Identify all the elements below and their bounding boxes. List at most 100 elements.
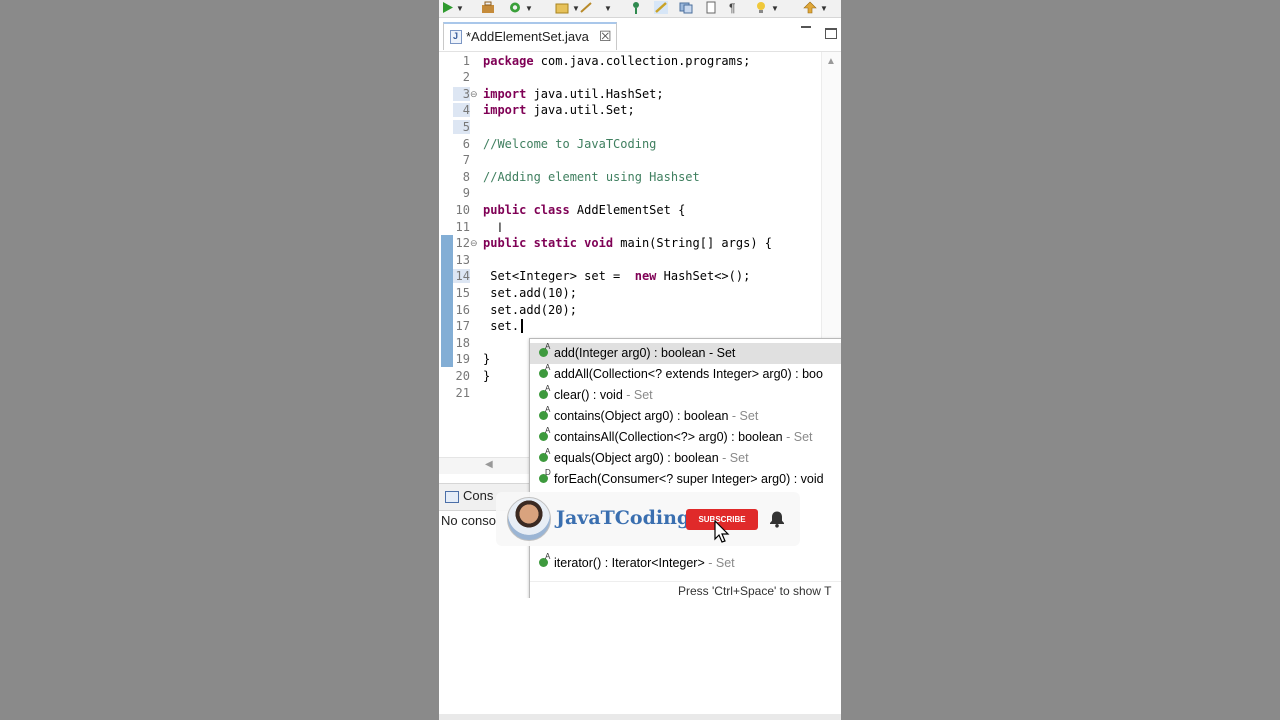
assist-item-label: contains(Object arg0) : boolean - Set [554,409,758,423]
keyword: public class [483,203,570,217]
line-number: 3 [453,87,470,101]
line-number: 20 [455,369,470,383]
toolbox-icon[interactable] [481,1,495,14]
line-number: 16 [455,303,470,317]
assist-item[interactable]: A contains(Object arg0) : boolean - Set [530,405,841,427]
toggle-icon[interactable] [679,1,693,14]
method-owner: - Set [705,346,736,360]
method-signature: iterator() : Iterator<Integer> [554,556,705,570]
scroll-up-icon[interactable]: ▲ [826,56,836,67]
assist-item-label: forEach(Consumer<? super Integer> arg0) … [554,472,824,486]
assist-item-label: containsAll(Collection<?> arg0) : boolea… [554,430,813,444]
code-line-15: set.add(10); [483,286,577,300]
method-owner: - Set [622,388,653,402]
method-signature: addAll(Collection<? extends Integer> arg… [554,367,823,381]
mouse-pointer-icon [714,520,730,543]
editor-tab[interactable]: *AddElementSet.java ☒ [443,22,617,50]
eclipse-window: ▼ ▼ ▼ ▼ ¶ ▼ ▼ *AddElementSet.java ☒ 1 2 … [439,0,841,720]
line-number: 9 [462,186,470,200]
code-line-3: import java.util.HashSet; [483,87,664,101]
avatar [507,497,551,541]
code-line-19: } [483,352,491,366]
content-assist-popup: A add(Integer arg0) : boolean - Set A ad… [529,338,841,600]
fold-toggle-icon[interactable]: ⊖ [470,89,478,100]
assist-item-label: clear() : void - Set [554,388,653,402]
close-tab-icon[interactable]: ☒ [599,28,612,45]
arrow-up-icon[interactable] [803,1,817,14]
method-signature: equals(Object arg0) : boolean [554,451,719,465]
line-number: 15 [455,286,470,300]
console-tab[interactable]: Cons [463,488,493,503]
push-pin-icon[interactable] [629,1,643,14]
assist-item[interactable]: A iterator() : Iterator<Integer> - Set [530,552,841,574]
editor-tab-bar: *AddElementSet.java ☒ [439,18,841,52]
scroll-left-icon[interactable]: ◀ [485,459,493,470]
assist-item-label: iterator() : Iterator<Integer> - Set [554,556,735,570]
lightbulb-icon[interactable] [754,1,768,14]
run-icon[interactable] [441,1,455,14]
code-text: AddElementSet { [569,203,686,217]
code-line-8: //Adding element using Hashset [483,170,700,184]
edit-icon[interactable] [579,1,593,14]
java-file-icon [450,30,462,44]
code-line-6: //Welcome to JavaTCoding [483,137,657,151]
keyword: new [634,269,657,283]
subscribe-banner: JavaTCoding SUBSCRIBE [496,492,800,546]
refresh-dropdown-icon[interactable]: ▼ [525,4,533,13]
code-line-14: Set<Integer> set = new HashSet<>(); [483,269,750,283]
console-message: No conso [441,513,496,528]
text-caret [521,319,523,333]
paragraph-icon[interactable]: ¶ [729,1,743,15]
abstract-marker: A [545,342,551,351]
bell-icon[interactable] [768,510,786,528]
keyword: import [483,87,527,101]
refresh-icon[interactable] [508,1,522,14]
assist-item[interactable]: D forEach(Consumer<? super Integer> arg0… [530,468,841,490]
method-owner: - Set [704,556,735,570]
code-line-1: package com.java.collection.programs; [483,54,750,68]
abstract-marker: A [545,405,551,414]
minimize-icon[interactable] [801,26,811,28]
code-line-20: } [483,369,491,383]
assist-item[interactable]: A add(Integer arg0) : boolean - Set [530,342,841,364]
assist-item[interactable]: A equals(Object arg0) : boolean - Set [530,447,841,469]
line-number: 5 [453,120,470,134]
assist-item[interactable]: A addAll(Collection<? extends Integer> a… [530,363,841,385]
code-text: java.util.HashSet; [526,87,664,101]
document-icon[interactable] [704,1,718,14]
main-toolbar: ▼ ▼ ▼ ▼ ¶ ▼ ▼ [439,0,841,18]
change-marker-bar [441,235,453,367]
line-number: 10 [455,203,470,217]
method-owner: - Set [718,451,749,465]
abstract-marker: A [545,363,551,372]
edit-dropdown-icon[interactable]: ▼ [604,4,612,13]
mouse-ibeam-icon: I [498,219,502,235]
abstract-marker: A [545,447,551,456]
assist-item-label: add(Integer arg0) : boolean - Set [554,346,735,360]
console-icon [445,491,459,503]
code-line-16: set.add(20); [483,303,577,317]
code-line-10: public class AddElementSet { [483,203,685,217]
line-number: 18 [455,336,470,350]
lightbulb-dropdown-icon[interactable]: ▼ [771,4,779,13]
assist-item[interactable]: A containsAll(Collection<?> arg0) : bool… [530,426,841,448]
keyword: public static void [483,236,614,250]
method-owner: - Set [728,409,759,423]
maximize-icon[interactable] [825,28,837,39]
highlight-icon[interactable] [654,1,668,14]
keyword: package [483,54,534,68]
code-text: HashSet<>(); [656,269,751,283]
line-number: 11 [455,220,470,234]
method-owner: - Set [782,430,813,444]
line-number: 19 [455,352,470,366]
assist-item[interactable]: A clear() : void - Set [530,384,841,406]
run-dropdown-icon[interactable]: ▼ [456,4,464,13]
abstract-marker: A [545,552,551,561]
fold-toggle-icon[interactable]: ⊖ [470,238,478,249]
arrow-dropdown-icon[interactable]: ▼ [820,4,828,13]
line-number: 14 [453,269,470,283]
code-line-4: import java.util.Set; [483,103,635,117]
line-number: 12 [455,236,470,250]
method-signature: forEach(Consumer<? super Integer> arg0) … [554,472,824,486]
open-folder-icon[interactable] [555,1,569,14]
